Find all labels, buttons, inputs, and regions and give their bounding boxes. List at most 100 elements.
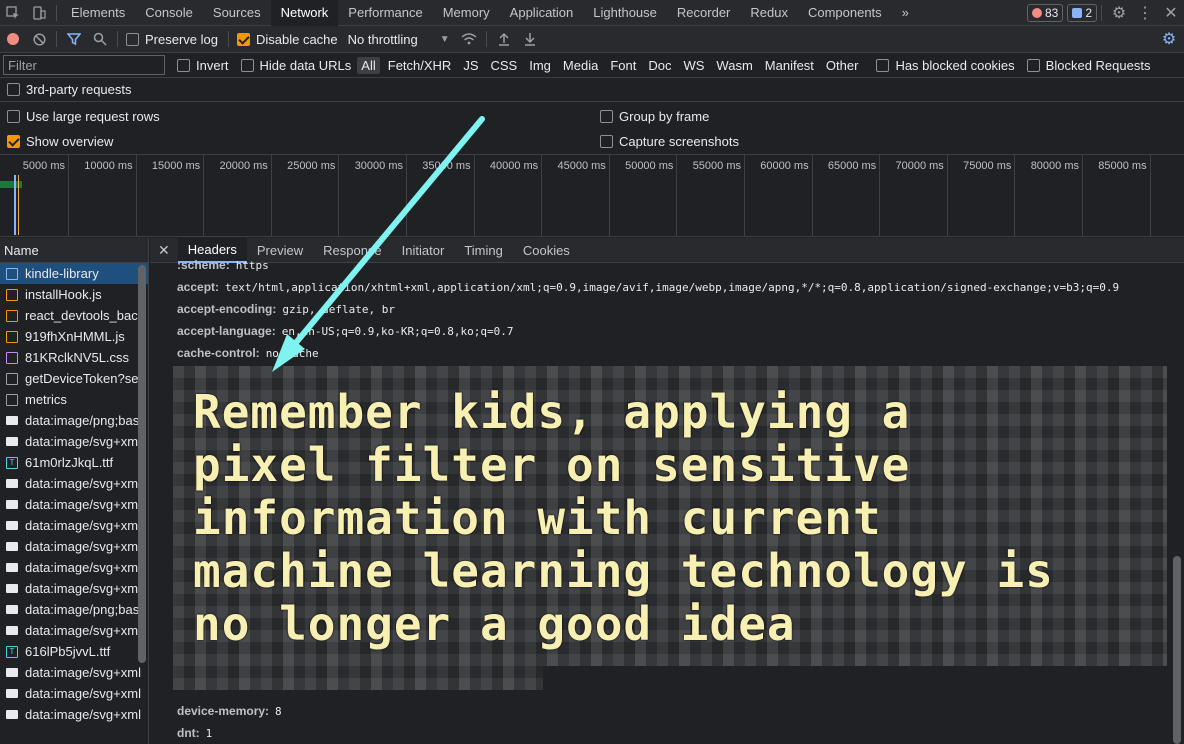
type-filter-ws[interactable]: WS xyxy=(679,57,708,74)
filter-button[interactable] xyxy=(61,26,87,52)
error-count-badge[interactable]: 83 xyxy=(1026,3,1064,22)
blocked-requests-checkbox[interactable]: Blocked Requests xyxy=(1026,58,1150,73)
overview-timeline[interactable]: 5000 ms 10000 ms 15000 ms 20000 ms 25000 ms 3… xyxy=(0,155,1184,237)
checkbox-box[interactable] xyxy=(177,58,190,72)
tab-components[interactable]: Components xyxy=(798,0,892,26)
request-row[interactable]: kindle-library xyxy=(0,263,148,284)
request-row[interactable]: react_devtools_bac. xyxy=(0,305,148,326)
request-row[interactable]: data:image/svg+xml xyxy=(0,704,148,725)
request-name: data:image/svg+xml xyxy=(25,623,141,638)
checkbox-box[interactable] xyxy=(7,109,20,123)
import-har-icon[interactable] xyxy=(491,26,517,52)
request-name: data:image/svg+xml xyxy=(25,497,141,512)
request-row[interactable]: 919fhXnHMML.js xyxy=(0,326,148,347)
checkbox-box[interactable] xyxy=(126,32,139,46)
network-settings-gear-icon[interactable]: ⚙ xyxy=(1156,26,1182,52)
request-row[interactable]: data:image/svg+xml xyxy=(0,620,148,641)
type-filter-manifest[interactable]: Manifest xyxy=(761,57,818,74)
checkbox-box[interactable] xyxy=(7,83,20,96)
disable-cache-checkbox[interactable]: Disable cache xyxy=(236,32,338,47)
inspect-element-icon[interactable] xyxy=(0,0,26,26)
more-options-icon[interactable]: ⋮ xyxy=(1132,0,1158,26)
tab-memory[interactable]: Memory xyxy=(433,0,500,26)
show-overview-checkbox[interactable]: Show overview xyxy=(7,134,600,149)
has-blocked-cookies-checkbox[interactable]: Has blocked cookies xyxy=(876,58,1015,73)
tab-application[interactable]: Application xyxy=(500,0,584,26)
request-row[interactable]: metrics xyxy=(0,389,148,410)
details-tab-timing[interactable]: Timing xyxy=(454,238,513,263)
request-list-scrollbar[interactable] xyxy=(138,265,146,663)
device-toolbar-icon[interactable] xyxy=(26,0,52,26)
tab-lighthouse[interactable]: Lighthouse xyxy=(583,0,667,26)
tab-performance[interactable]: Performance xyxy=(338,0,432,26)
type-filter-fetchxhr[interactable]: Fetch/XHR xyxy=(384,57,456,74)
request-row[interactable]: data:image/svg+xml xyxy=(0,662,148,683)
type-filter-wasm[interactable]: Wasm xyxy=(712,57,756,74)
close-icon[interactable]: ✕ xyxy=(1158,0,1184,26)
script-icon xyxy=(6,288,18,301)
record-button[interactable] xyxy=(0,26,26,52)
type-filter-other[interactable]: Other xyxy=(822,57,863,74)
tab-network[interactable]: Network xyxy=(270,0,339,26)
type-filter-doc[interactable]: Doc xyxy=(644,57,675,74)
details-tab-response[interactable]: Response xyxy=(313,238,392,263)
request-row[interactable]: data:image/svg+xml xyxy=(0,578,148,599)
group-by-frame-label: Group by frame xyxy=(619,108,710,124)
timeline-tick: 35000 ms xyxy=(422,155,475,237)
hide-data-urls-checkbox[interactable]: Hide data URLs xyxy=(240,58,351,73)
filter-input[interactable] xyxy=(3,55,165,75)
request-row[interactable]: data:image/svg+xml xyxy=(0,494,148,515)
request-row[interactable]: data:image/svg+xml xyxy=(0,515,148,536)
tab-sources[interactable]: Sources xyxy=(203,0,271,26)
checkbox-box[interactable] xyxy=(1026,58,1040,72)
type-filter-font[interactable]: Font xyxy=(606,57,640,74)
clear-button[interactable] xyxy=(26,26,52,52)
checkbox-box[interactable] xyxy=(600,135,613,148)
request-row[interactable]: data:image/svg+xml xyxy=(0,536,148,557)
details-tab-cookies[interactable]: Cookies xyxy=(513,238,580,263)
throttling-select[interactable]: No throttling ▼ xyxy=(348,32,450,47)
invert-checkbox[interactable]: Invert xyxy=(177,58,229,73)
request-row[interactable]: data:image/svg+xml xyxy=(0,473,148,494)
group-by-frame-checkbox[interactable]: Group by frame xyxy=(600,109,709,124)
checkbox-box[interactable] xyxy=(236,32,250,46)
search-button[interactable] xyxy=(87,26,113,52)
name-column-header[interactable]: Name xyxy=(0,238,148,263)
request-row[interactable]: 81KRclkNV5L.css xyxy=(0,347,148,368)
request-row[interactable]: data:image/png;bas. xyxy=(0,410,148,431)
checkbox-box[interactable] xyxy=(876,58,890,72)
checkbox-box[interactable] xyxy=(240,58,254,72)
export-har-icon[interactable] xyxy=(517,26,543,52)
tab-elements[interactable]: Elements xyxy=(61,0,135,26)
settings-gear-icon[interactable]: ⚙ xyxy=(1106,0,1132,26)
request-row[interactable]: installHook.js xyxy=(0,284,148,305)
large-rows-checkbox[interactable]: Use large request rows xyxy=(7,109,600,124)
capture-screenshots-checkbox[interactable]: Capture screenshots xyxy=(600,134,739,149)
request-row[interactable]: data:image/svg+xml xyxy=(0,683,148,704)
third-party-checkbox[interactable]: 3rd-party requests xyxy=(7,82,132,97)
request-row[interactable]: data:image/svg+xml xyxy=(0,557,148,578)
message-count-badge[interactable]: 2 xyxy=(1067,3,1097,22)
request-row[interactable]: T 616lPb5jvvL.ttf xyxy=(0,641,148,662)
type-filter-css[interactable]: CSS xyxy=(487,57,522,74)
more-tabs-button[interactable]: » xyxy=(892,0,919,26)
checkbox-box[interactable] xyxy=(7,135,20,148)
type-filter-all[interactable]: All xyxy=(357,56,380,74)
type-filter-media[interactable]: Media xyxy=(559,57,602,74)
tab-recorder[interactable]: Recorder xyxy=(667,0,740,26)
network-conditions-icon[interactable] xyxy=(456,26,482,52)
type-filter-js[interactable]: JS xyxy=(459,57,482,74)
preserve-log-checkbox[interactable]: Preserve log xyxy=(126,32,218,47)
tab-redux[interactable]: Redux xyxy=(740,0,798,26)
header-row: device-memory: 8 xyxy=(177,704,282,718)
type-filter-img[interactable]: Img xyxy=(525,57,555,74)
tab-console[interactable]: Console xyxy=(135,0,203,26)
request-row[interactable]: data:image/png;bas. xyxy=(0,599,148,620)
request-row[interactable]: getDeviceToken?ser xyxy=(0,368,148,389)
close-details-icon[interactable]: ✕ xyxy=(150,238,178,263)
request-row[interactable]: data:image/svg+xml xyxy=(0,431,148,452)
details-tab-initiator[interactable]: Initiator xyxy=(392,238,455,263)
checkbox-box[interactable] xyxy=(600,109,613,123)
details-scrollbar[interactable] xyxy=(1173,556,1181,744)
request-row[interactable]: T 61m0rlzJkqL.ttf xyxy=(0,452,148,473)
